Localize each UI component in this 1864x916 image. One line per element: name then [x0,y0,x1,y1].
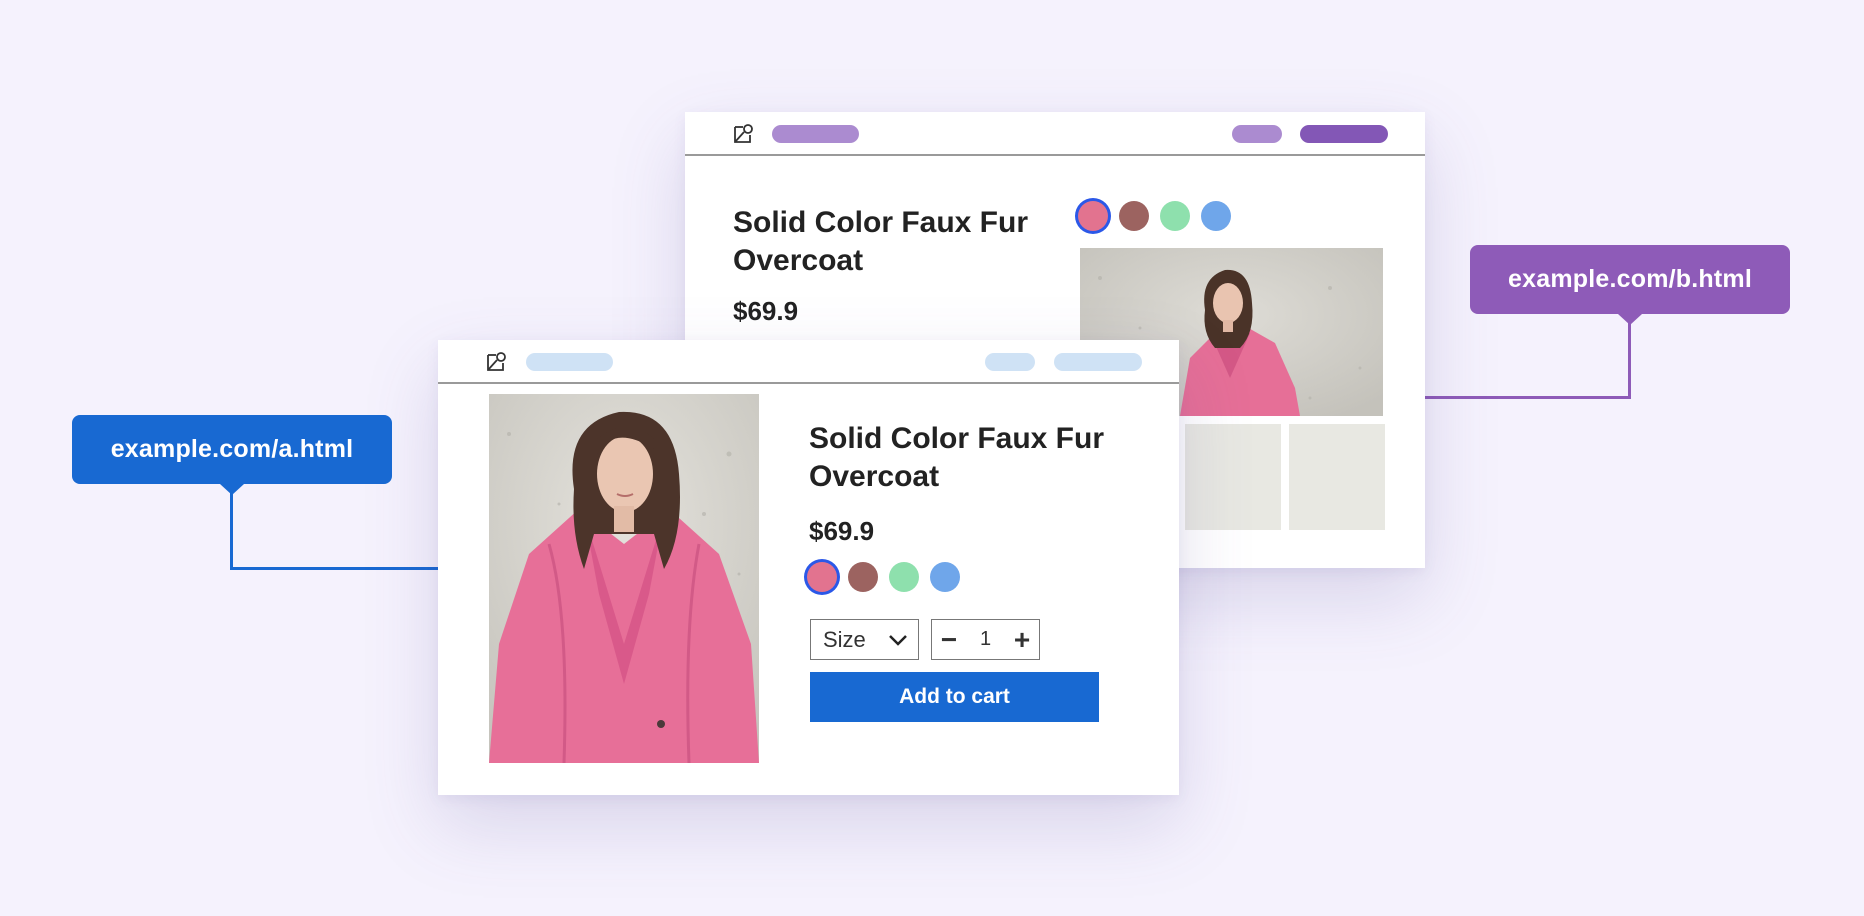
color-swatch-brown[interactable] [848,562,878,592]
nav-link-placeholder[interactable] [985,353,1035,371]
product-thumbnail[interactable] [1289,424,1385,530]
chevron-down-icon [889,634,907,646]
nav-bar [685,112,1425,156]
color-swatch-pink[interactable] [1078,201,1108,231]
product-page-version-a: Solid Color Faux Fur Overcoat $69.9 Size… [438,340,1179,795]
product-price: $69.9 [809,516,875,546]
quantity-stepper: − 1 + [931,619,1040,660]
connector-line-b [1628,314,1631,399]
tag-pointer [1618,314,1642,325]
increase-quantity-button[interactable]: + [1013,625,1031,654]
tag-pointer [220,484,244,495]
add-to-cart-button[interactable]: Add to cart [810,672,1099,722]
size-dropdown-label: Size [823,626,866,652]
connector-line-b-horizontal [1425,396,1631,399]
product-thumbnail[interactable] [1185,424,1281,530]
product-photo [489,394,759,763]
nav-link-placeholder[interactable] [1232,125,1282,143]
color-swatch-pink[interactable] [807,562,837,592]
quantity-value: 1 [979,628,992,650]
size-dropdown[interactable]: Size [810,619,919,660]
decrease-quantity-button[interactable]: − [940,625,958,654]
nav-button-placeholder[interactable] [1054,353,1142,371]
color-swatch-blue[interactable] [1201,201,1231,231]
nav-link-placeholder[interactable] [772,125,859,143]
url-tag-a: example.com/a.html [72,415,392,495]
product-title: Solid Color Faux Fur Overcoat [733,206,1029,277]
connector-line-a [230,484,233,570]
product-price: $69.9 [733,296,799,326]
connector-line-a-horizontal [230,567,440,570]
color-swatch-blue[interactable] [930,562,960,592]
url-tag-b: example.com/b.html [1470,245,1790,325]
logo-icon[interactable] [484,350,508,374]
nav-bar [438,340,1179,384]
color-swatch-brown[interactable] [1119,201,1149,231]
color-swatch-green[interactable] [889,562,919,592]
color-swatches [1078,201,1231,231]
logo-icon[interactable] [731,122,755,146]
color-swatches [807,562,960,592]
nav-link-placeholder[interactable] [526,353,613,371]
nav-button-placeholder[interactable] [1300,125,1388,143]
purchase-controls: Size − 1 + [810,619,1040,660]
url-tag-b-label: example.com/b.html [1508,265,1752,293]
product-title: Solid Color Faux Fur Overcoat [809,422,1105,493]
url-tag-a-label: example.com/a.html [110,435,354,463]
color-swatch-green[interactable] [1160,201,1190,231]
